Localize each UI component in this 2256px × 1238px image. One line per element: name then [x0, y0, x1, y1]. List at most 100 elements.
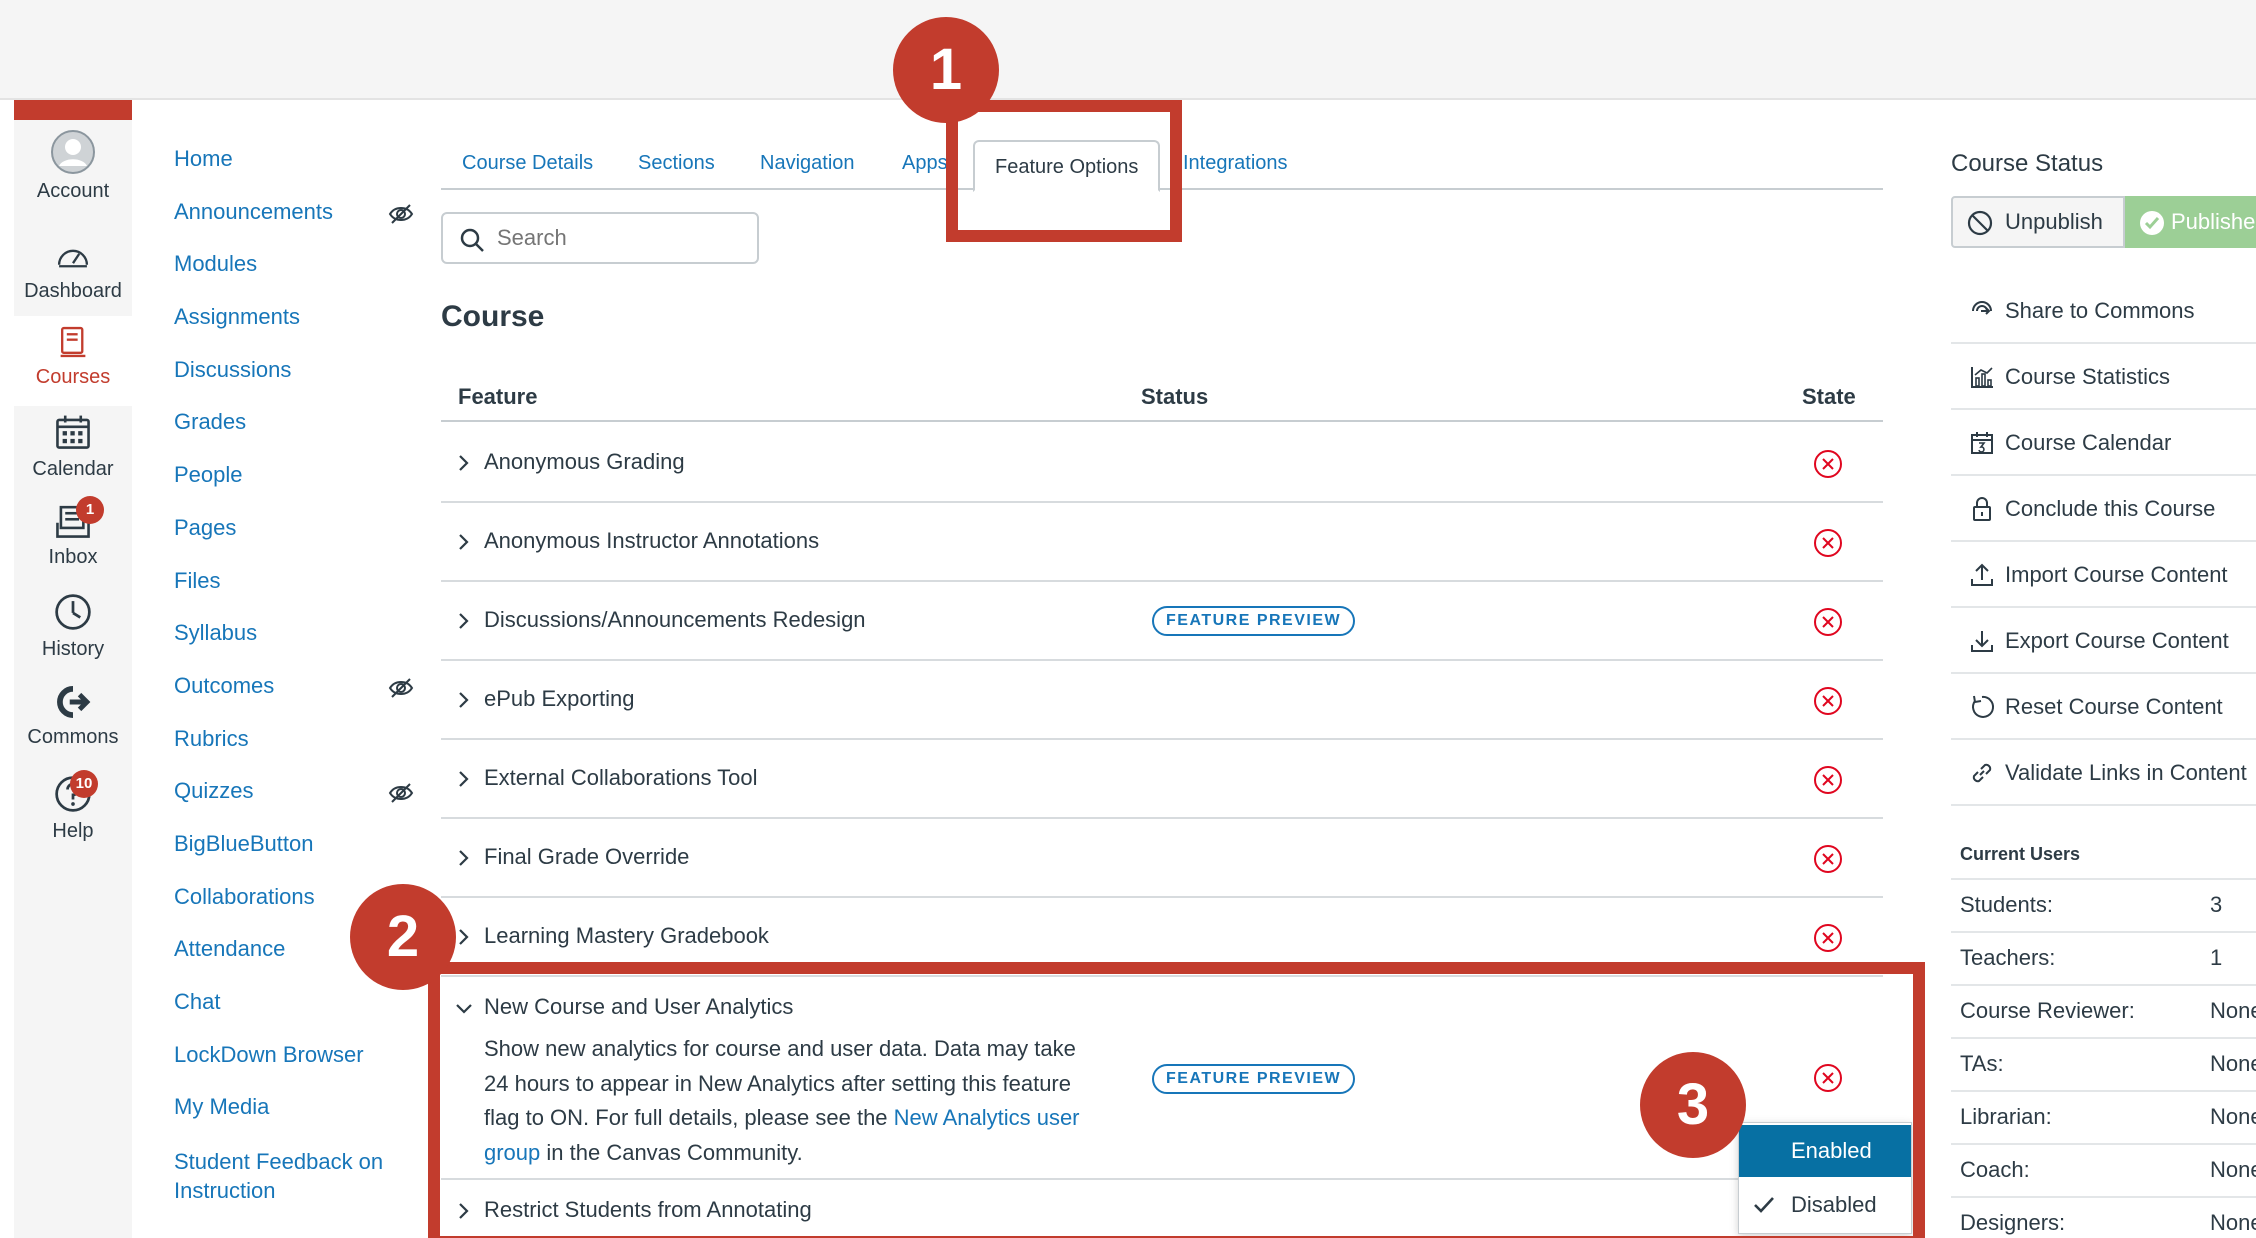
global-nav-commons[interactable]: Commons	[14, 684, 132, 749]
sidebar-link[interactable]: Share to Commons	[1951, 278, 2256, 344]
calendar-icon	[1971, 432, 1993, 454]
course-nav-item[interactable]: Syllabus	[174, 620, 414, 673]
course-nav-link[interactable]: Chat	[174, 989, 220, 1014]
course-nav-item[interactable]: Pages	[174, 515, 414, 568]
chevron-right-icon[interactable]	[455, 533, 473, 551]
chevron-right-icon[interactable]	[455, 454, 473, 472]
global-nav-dashboard[interactable]: Dashboard	[14, 240, 132, 303]
feature-row[interactable]: Anonymous Grading	[441, 424, 1883, 503]
course-nav-item[interactable]: Grades	[174, 409, 414, 462]
course-nav-item[interactable]: People	[174, 462, 414, 515]
course-nav-link[interactable]: People	[174, 462, 243, 487]
chevron-right-icon[interactable]	[455, 691, 473, 709]
course-nav-item[interactable]: Quizzes	[174, 778, 414, 831]
course-nav-link[interactable]: Grades	[174, 409, 246, 434]
feature-row[interactable]: ePub Exporting	[441, 661, 1883, 740]
tab-sections[interactable]: Sections	[638, 152, 715, 175]
annotation-marker-3: 3	[1640, 1052, 1746, 1158]
state-disabled-icon[interactable]	[1812, 448, 1844, 480]
state-disabled-icon[interactable]	[1812, 527, 1844, 559]
global-nav-courses[interactable]: Courses	[14, 316, 132, 406]
course-nav-link[interactable]: Discussions	[174, 357, 291, 382]
global-nav-calendar[interactable]: Calendar	[14, 412, 132, 481]
course-nav-item[interactable]: Rubrics	[174, 726, 414, 779]
global-nav-help[interactable]: Help 10	[14, 770, 132, 843]
sidebar-link[interactable]: Validate Links in Content	[1951, 740, 2256, 806]
global-nav-inbox[interactable]: Inbox 1	[14, 496, 132, 569]
tab-navigation[interactable]: Navigation	[760, 152, 855, 175]
course-nav-item[interactable]: Discussions	[174, 357, 414, 410]
sidebar-link-label: Export Course Content	[2005, 628, 2229, 653]
user-role: Course Reviewer:	[1960, 998, 2135, 1023]
statistics-icon	[1971, 367, 1993, 388]
course-nav-link[interactable]: Student Feedback on Instruction	[174, 1149, 383, 1203]
chevron-right-icon[interactable]	[455, 770, 473, 788]
course-nav-link[interactable]: Rubrics	[174, 726, 249, 751]
feature-preview-badge: FEATURE PREVIEW	[1152, 606, 1356, 636]
course-nav-item[interactable]: BigBlueButton	[174, 831, 414, 884]
course-nav-item[interactable]: LockDown Browser	[174, 1042, 414, 1095]
top-header-bar	[0, 0, 2256, 100]
course-nav-link[interactable]: My Media	[174, 1094, 269, 1119]
course-nav-link[interactable]: Syllabus	[174, 620, 257, 645]
course-nav-item[interactable]: Modules	[174, 251, 414, 304]
published-button[interactable]: Published	[2125, 196, 2256, 248]
feature-row[interactable]: Discussions/Announcements Redesign FEATUR…	[441, 582, 1883, 661]
state-disabled-icon[interactable]	[1812, 843, 1844, 875]
course-nav-item[interactable]: Chat	[174, 989, 414, 1042]
sidebar-link[interactable]: Course Calendar	[1951, 410, 2256, 476]
user-count: None	[2210, 1104, 2256, 1129]
tab-integrations[interactable]: Integrations	[1183, 152, 1288, 175]
course-nav-item[interactable]: Outcomes	[174, 673, 414, 726]
state-disabled-icon[interactable]	[1812, 606, 1844, 638]
state-disabled-icon[interactable]	[1812, 764, 1844, 796]
course-nav-link[interactable]: Announcements	[174, 199, 333, 224]
sidebar-link[interactable]: Import Course Content	[1951, 542, 2256, 608]
course-nav-item[interactable]: Assignments	[174, 304, 414, 357]
state-disabled-icon[interactable]	[1812, 922, 1844, 954]
course-nav-link[interactable]: Home	[174, 146, 233, 171]
chevron-right-icon[interactable]	[455, 612, 473, 630]
tab-apps[interactable]: Apps	[902, 152, 948, 175]
user-count: None	[2210, 1210, 2256, 1235]
current-users-title: Current Users	[1960, 844, 2081, 864]
current-users-row: TAs: None	[1951, 1037, 2256, 1090]
chevron-right-icon[interactable]	[455, 928, 473, 946]
course-nav-link[interactable]: Pages	[174, 515, 236, 540]
course-nav-link[interactable]: Quizzes	[174, 778, 253, 803]
course-nav-link[interactable]: Attendance	[174, 936, 285, 961]
global-nav-account[interactable]: Account	[14, 130, 132, 203]
current-users-row: Coach: None	[1951, 1143, 2256, 1196]
sidebar-link[interactable]: Course Statistics	[1951, 344, 2256, 410]
course-nav-link[interactable]: Modules	[174, 251, 257, 276]
sidebar-link[interactable]: Reset Course Content	[1951, 674, 2256, 740]
unpublish-button[interactable]: Unpublish	[1951, 196, 2125, 248]
course-nav-link[interactable]: Assignments	[174, 304, 300, 329]
course-nav-item[interactable]: Files	[174, 568, 414, 621]
feature-search-box	[441, 212, 759, 264]
course-nav-item[interactable]: Announcements	[174, 199, 414, 252]
feature-row[interactable]: Anonymous Instructor Annotations	[441, 503, 1883, 582]
published-label: Published	[2171, 209, 2256, 234]
chevron-right-icon[interactable]	[455, 849, 473, 867]
sidebar-link[interactable]: Conclude this Course	[1951, 476, 2256, 542]
feature-table-header: Feature Status State	[441, 370, 1883, 422]
user-role: TAs:	[1960, 1051, 2004, 1076]
course-nav-link[interactable]: Collaborations	[174, 884, 315, 909]
course-nav-item[interactable]: Student Feedback on Instruction	[174, 1147, 414, 1203]
current-users-row: Designers: None	[1951, 1196, 2256, 1238]
course-nav-link[interactable]: Outcomes	[174, 673, 274, 698]
search-input[interactable]	[497, 224, 747, 252]
course-nav-link[interactable]: Files	[174, 568, 220, 593]
course-nav-link[interactable]: LockDown Browser	[174, 1042, 364, 1067]
sidebar-link[interactable]: Export Course Content	[1951, 608, 2256, 674]
global-nav-history[interactable]: History	[14, 592, 132, 661]
course-status-section: Course Status	[1951, 150, 2256, 178]
course-nav-link[interactable]: BigBlueButton	[174, 831, 313, 856]
course-nav-item[interactable]: My Media	[174, 1094, 414, 1147]
course-nav-item[interactable]: Home	[174, 146, 414, 199]
feature-row[interactable]: Final Grade Override	[441, 819, 1883, 898]
state-disabled-icon[interactable]	[1812, 685, 1844, 717]
tab-course-details[interactable]: Course Details	[462, 152, 593, 175]
feature-row[interactable]: External Collaborations Tool	[441, 740, 1883, 819]
